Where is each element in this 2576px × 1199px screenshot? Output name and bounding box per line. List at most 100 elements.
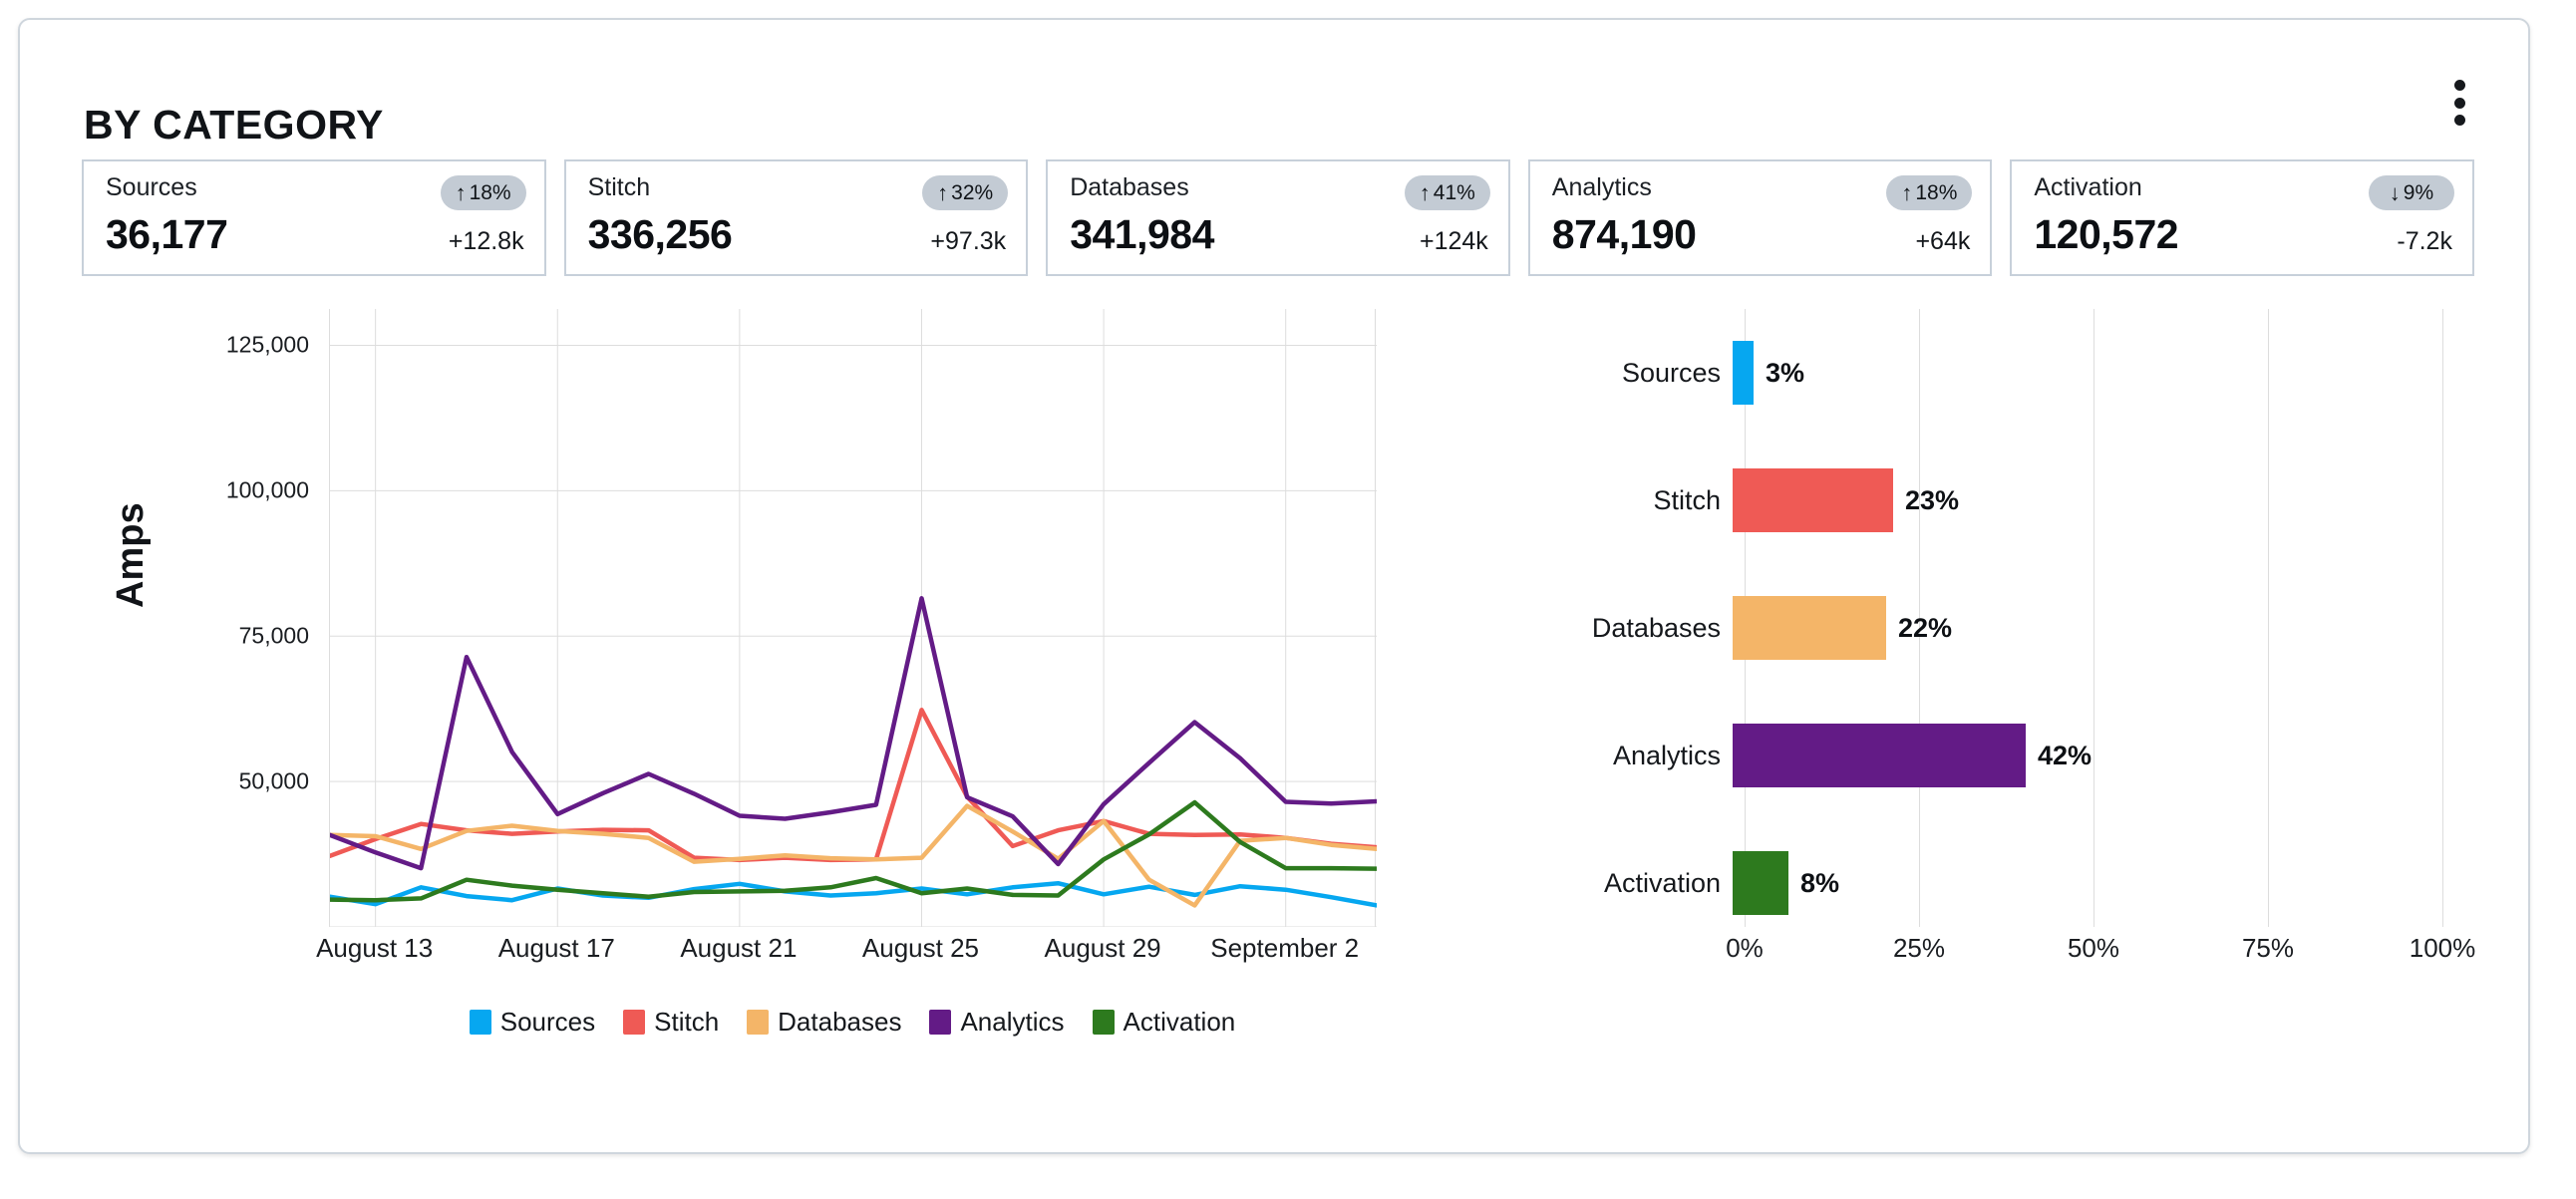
kpi-delta: +124k <box>1419 227 1488 255</box>
kpi-value: 874,190 <box>1551 211 1697 257</box>
kpi-trend-badge: ↓ 9% <box>2368 175 2454 210</box>
bar-x-tick-label: 100% <box>2409 933 2476 963</box>
x-tick-label: August 29 <box>1044 933 1161 963</box>
legend-swatch-icon <box>623 1010 646 1035</box>
kpi-trend-percent: 18% <box>469 180 511 204</box>
bar-track: 22% <box>1733 596 2430 660</box>
arrow-up-icon: ↑ <box>1419 179 1431 205</box>
y-axis-title: Amps <box>110 502 152 608</box>
arrow-up-icon: ↑ <box>937 179 949 205</box>
chart-legend: Sources Stitch Databases Analytics Activatio… <box>329 1007 1376 1038</box>
kpi-trend-percent: 41% <box>1433 180 1475 204</box>
legend-item-activation[interactable]: Activation <box>1092 1007 1236 1038</box>
legend-swatch-icon <box>1092 1010 1115 1035</box>
bar-x-tick-label: 25% <box>1892 933 1946 963</box>
bar-row[interactable]: Activation 8% <box>1475 851 2482 915</box>
bar-x-tick-label: 0% <box>1726 933 1764 963</box>
bar-fill-databases <box>1733 596 1886 660</box>
bar-rows: Sources 3% Stitch 23% Databases 22% Analytics 4… <box>1475 309 2482 927</box>
bar-x-axis-ticks: 0% 25% 50% 75% 100% <box>1726 933 2475 983</box>
bar-track: 23% <box>1733 468 2430 532</box>
bar-category-label: Databases <box>1591 612 1721 643</box>
legend-swatch-icon <box>929 1010 952 1035</box>
bar-fill-analytics <box>1733 724 2026 787</box>
page-title: BY CATEGORY <box>84 102 384 149</box>
y-tick-label: 125,000 <box>225 331 309 358</box>
dashboard-page: BY CATEGORY Sources 36,177 ↑ 18% +12.8k Stitc… <box>0 0 2576 1199</box>
y-axis-ticks: 125,000 100,000 75,000 50,000 <box>150 309 309 927</box>
legend-item-sources[interactable]: Sources <box>469 1007 596 1038</box>
kpi-delta: +12.8k <box>448 227 524 255</box>
kpi-card-stitch[interactable]: Stitch 336,256 ↑ 32% +97.3k <box>563 159 1029 276</box>
kpi-card-row: Sources 36,177 ↑ 18% +12.8k Stitch 336,256 ↑ 32%… <box>82 159 2474 276</box>
kpi-value: 341,984 <box>1070 211 1214 257</box>
kpi-trend-percent: 9% <box>2403 180 2434 204</box>
y-tick-label: 50,000 <box>238 767 309 794</box>
bar-row[interactable]: Stitch 23% <box>1475 468 2482 532</box>
kebab-dot-1 <box>2453 80 2465 91</box>
bar-value-label: 23% <box>1905 484 1960 515</box>
x-tick-label: September 2 <box>1210 933 1360 963</box>
bar-fill-sources <box>1733 341 1754 405</box>
x-tick-label: August 25 <box>861 933 980 963</box>
kebab-dot-3 <box>2453 115 2465 126</box>
kpi-trend-badge: ↑ 32% <box>922 175 1009 210</box>
bar-value-label: 22% <box>1898 612 1953 643</box>
legend-item-analytics[interactable]: Analytics <box>929 1007 1065 1038</box>
legend-label: Sources <box>499 1007 596 1037</box>
legend-item-stitch[interactable]: Stitch <box>623 1007 719 1038</box>
kpi-delta: +64k <box>1915 227 1971 255</box>
x-tick-label: August 13 <box>316 933 434 963</box>
bar-chart: Sources 3% Stitch 23% Databases 22% Analytics 4… <box>1475 309 2482 1106</box>
y-tick-label: 100,000 <box>225 476 309 503</box>
line-chart: Amps 125,000 100,000 75,000 50,000 August 1… <box>70 309 1465 1106</box>
legend-item-databases[interactable]: Databases <box>747 1007 901 1038</box>
kpi-card-analytics[interactable]: Analytics 874,190 ↑ 18% +64k <box>1527 159 1993 276</box>
legend-swatch-icon <box>747 1010 770 1035</box>
line-series-activation <box>330 799 1377 903</box>
arrow-up-icon: ↑ <box>455 179 467 205</box>
kpi-card-sources[interactable]: Sources 36,177 ↑ 18% +12.8k <box>82 159 546 276</box>
kebab-vertical-icon[interactable] <box>2442 80 2476 126</box>
bar-row[interactable]: Sources 3% <box>1475 341 2482 405</box>
bar-row[interactable]: Databases 22% <box>1475 596 2482 660</box>
kpi-trend-badge: ↑ 18% <box>1886 175 1973 210</box>
bar-value-label: 42% <box>2038 740 2093 770</box>
bar-category-label: Analytics <box>1612 740 1721 770</box>
kpi-value: 336,256 <box>587 211 733 257</box>
bar-track: 42% <box>1733 724 2430 787</box>
bar-fill-stitch <box>1733 468 1893 532</box>
kpi-value: 36,177 <box>106 211 228 257</box>
kpi-trend-badge: ↑ 18% <box>440 175 526 210</box>
legend-label: Activation <box>1123 1007 1236 1037</box>
bar-row[interactable]: Analytics 42% <box>1475 724 2482 787</box>
kpi-delta: -7.2k <box>2397 227 2452 255</box>
bar-category-label: Stitch <box>1653 484 1721 515</box>
kpi-trend-badge: ↑ 41% <box>1404 175 1490 210</box>
kpi-card-activation[interactable]: Activation 120,572 ↓ 9% -7.2k <box>2010 159 2474 276</box>
kpi-card-databases[interactable]: Databases 341,984 ↑ 41% +124k <box>1046 159 1510 276</box>
x-tick-label: August 17 <box>497 933 615 963</box>
bar-category-label: Activation <box>1603 867 1721 898</box>
legend-swatch-icon <box>469 1010 491 1035</box>
line-series-sources <box>330 880 1377 908</box>
bar-fill-activation <box>1733 851 1788 915</box>
y-tick-label: 75,000 <box>238 622 309 649</box>
line-plot-area <box>329 309 1377 927</box>
x-axis-ticks: August 13 August 17 August 21 August 25 Augu… <box>316 933 1376 983</box>
bar-category-label: Sources <box>1621 357 1721 388</box>
kpi-trend-percent: 18% <box>1915 180 1958 204</box>
charts-area: Amps 125,000 100,000 75,000 50,000 August 1… <box>20 309 2528 1146</box>
arrow-up-icon: ↑ <box>1901 179 1913 205</box>
bar-x-tick-label: 50% <box>2067 933 2120 963</box>
by-category-panel: BY CATEGORY Sources 36,177 ↑ 18% +12.8k Stitc… <box>18 18 2530 1154</box>
bar-track: 3% <box>1733 341 2430 405</box>
line-series-stitch <box>330 708 1377 863</box>
bar-x-tick-label: 75% <box>2241 933 2295 963</box>
legend-label: Stitch <box>654 1007 720 1037</box>
panel-header: BY CATEGORY <box>20 20 2528 148</box>
arrow-down-icon: ↓ <box>2389 179 2401 205</box>
x-tick-label: August 21 <box>680 933 798 963</box>
kebab-dot-2 <box>2453 97 2465 109</box>
bar-value-label: 3% <box>1766 357 1805 388</box>
